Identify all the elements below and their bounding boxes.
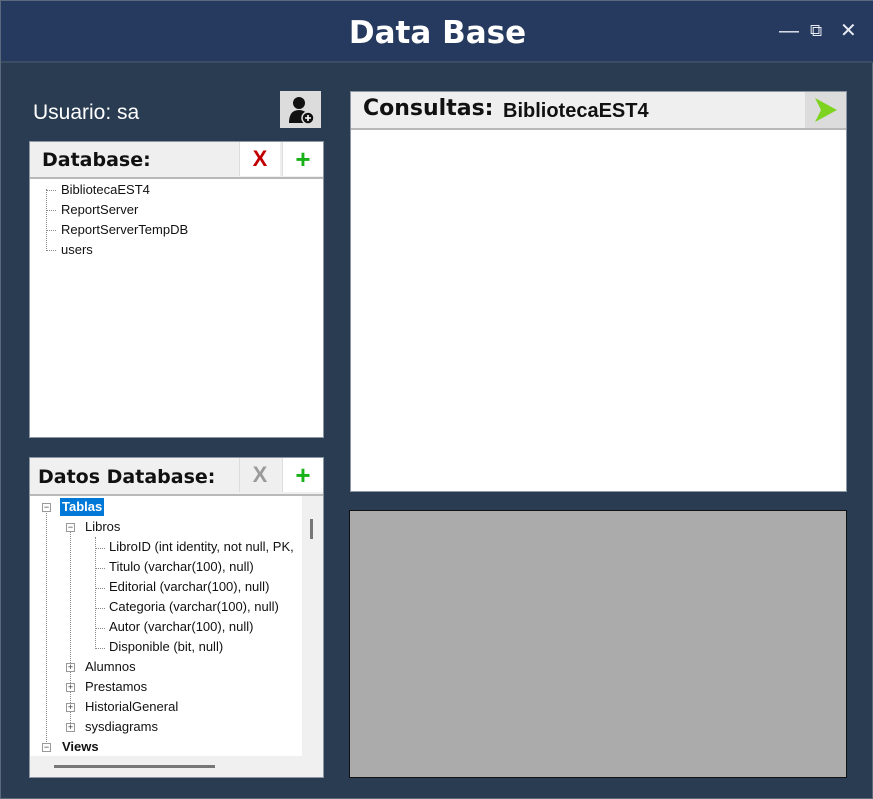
close-button[interactable]: ✕ <box>840 21 857 41</box>
database-panel: Database: X + BibliotecaEST4 ReportServe… <box>29 141 324 438</box>
user-label: Usuario: sa <box>33 101 140 124</box>
consultas-header: Consultas: BibliotecaEST4 <box>351 92 846 130</box>
tree-item-libros[interactable]: Libros <box>85 518 120 536</box>
consultas-panel: Consultas: BibliotecaEST4 <box>350 91 847 492</box>
minimize-button[interactable]: — <box>779 21 799 41</box>
horizontal-scrollbar-thumb[interactable] <box>54 765 215 768</box>
tree-column[interactable]: LibroID (int identity, not null, PK, <box>109 538 294 556</box>
tree-item-table[interactable]: Alumnos <box>85 658 136 676</box>
datos-tree: − Tablas − Libros LibroID (int identity,… <box>30 496 302 756</box>
window-title: Data Base <box>348 15 527 51</box>
tree-column[interactable]: Autor (varchar(100), null) <box>109 618 254 636</box>
database-panel-header: Database: X + <box>30 142 323 179</box>
add-item-button[interactable]: + <box>282 458 323 492</box>
add-database-button[interactable]: + <box>282 142 323 176</box>
tree-column[interactable]: Disponible (bit, null) <box>109 638 223 656</box>
tree-column[interactable]: Editorial (varchar(100), null) <box>109 578 269 596</box>
tree-item-views[interactable]: Views <box>62 738 99 756</box>
consultas-title: Consultas: <box>363 96 494 121</box>
restore-button[interactable]: ⧉ <box>810 21 822 41</box>
vertical-scrollbar-thumb[interactable] <box>310 519 313 539</box>
expand-icon[interactable]: + <box>66 703 75 712</box>
run-query-button[interactable] <box>805 92 846 128</box>
query-editor[interactable] <box>351 130 846 491</box>
play-arrow-icon <box>814 98 837 122</box>
delete-database-button[interactable]: X <box>239 142 280 176</box>
tree-item-reportservertempdb[interactable]: ReportServerTempDB <box>61 221 188 239</box>
delete-item-button[interactable]: X <box>239 458 280 492</box>
expand-icon[interactable]: + <box>66 683 75 692</box>
collapse-icon[interactable]: − <box>66 523 75 532</box>
tree-item-table[interactable]: sysdiagrams <box>85 718 158 736</box>
datos-panel-header: Datos Database: X + <box>30 458 323 496</box>
tree-column[interactable]: Titulo (varchar(100), null) <box>109 558 254 576</box>
database-panel-title: Database: <box>42 149 151 171</box>
tree-item-bibliotecaest4[interactable]: BibliotecaEST4 <box>61 181 150 199</box>
tree-item-table[interactable]: HistorialGeneral <box>85 698 178 716</box>
expand-icon[interactable]: + <box>66 723 75 732</box>
tree-item-users[interactable]: users <box>61 241 93 259</box>
tree-item-reportserver[interactable]: ReportServer <box>61 201 138 219</box>
datos-database-panel: Datos Database: X + − Tablas − Libros Li… <box>29 457 324 778</box>
user-add-icon <box>288 96 315 125</box>
collapse-icon[interactable]: − <box>42 503 51 512</box>
title-bar: Data Base — ⧉ ✕ <box>1 1 873 63</box>
tree-column[interactable]: Categoria (varchar(100), null) <box>109 598 279 616</box>
tree-item-tablas[interactable]: Tablas <box>60 498 105 516</box>
expand-icon[interactable]: + <box>66 663 75 672</box>
collapse-icon[interactable]: − <box>42 743 51 752</box>
add-user-button[interactable] <box>280 91 321 128</box>
consultas-database-name: BibliotecaEST4 <box>503 100 649 122</box>
results-grid <box>349 510 847 778</box>
datos-panel-title: Datos Database: <box>38 466 216 488</box>
tree-item-table[interactable]: Prestamos <box>85 678 147 696</box>
